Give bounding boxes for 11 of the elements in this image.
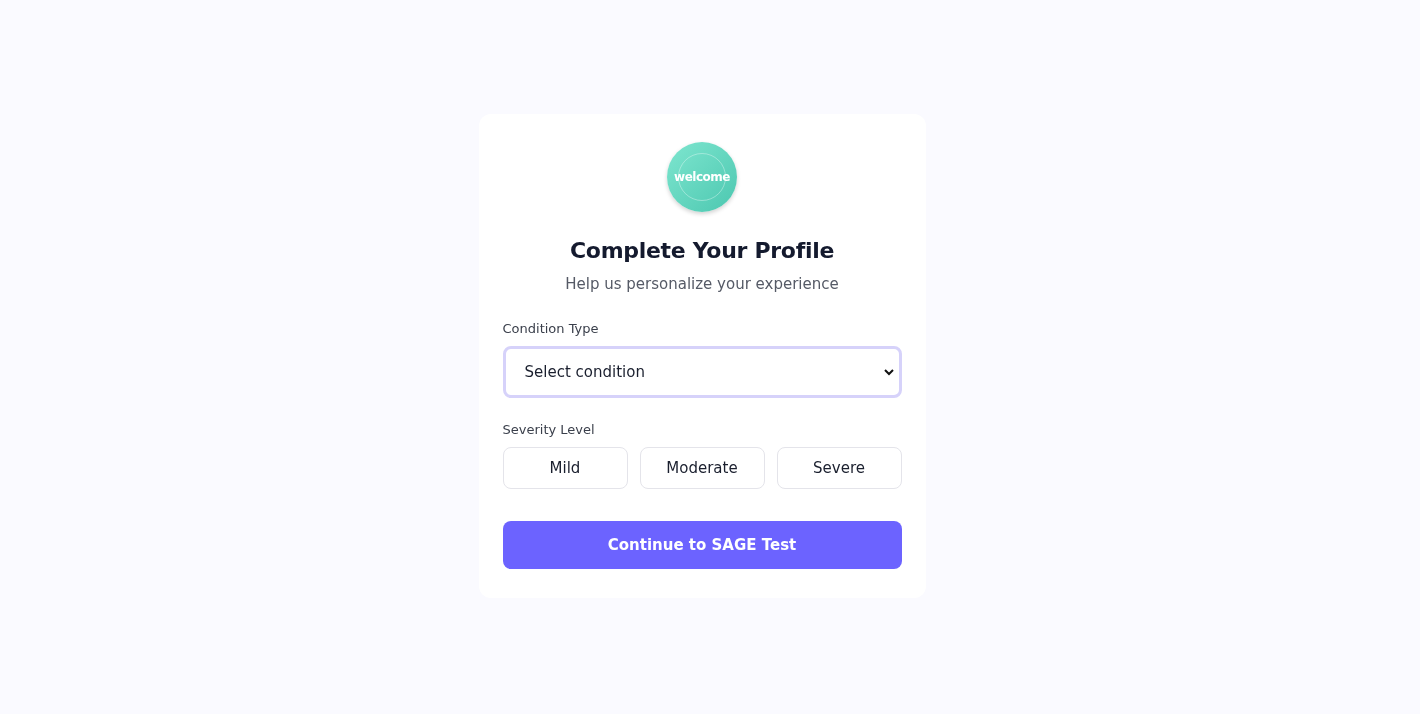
- condition-select[interactable]: Select condition: [502, 346, 902, 398]
- caret-icon: [882, 366, 895, 378]
- page-title: Complete Your Profile: [569, 238, 835, 263]
- logo-text: welcome: [674, 170, 730, 184]
- continue-button[interactable]: Continue to SAGE Test: [502, 521, 902, 569]
- severity-option[interactable]: Mild: [502, 447, 628, 489]
- severity-option[interactable]: Severe: [776, 447, 902, 489]
- severity-option[interactable]: Moderate: [639, 447, 765, 489]
- field-label: Condition Type: [502, 321, 599, 336]
- field-label: Severity Level: [502, 422, 595, 437]
- subtitle: Help us personalize your experience: [565, 275, 839, 293]
